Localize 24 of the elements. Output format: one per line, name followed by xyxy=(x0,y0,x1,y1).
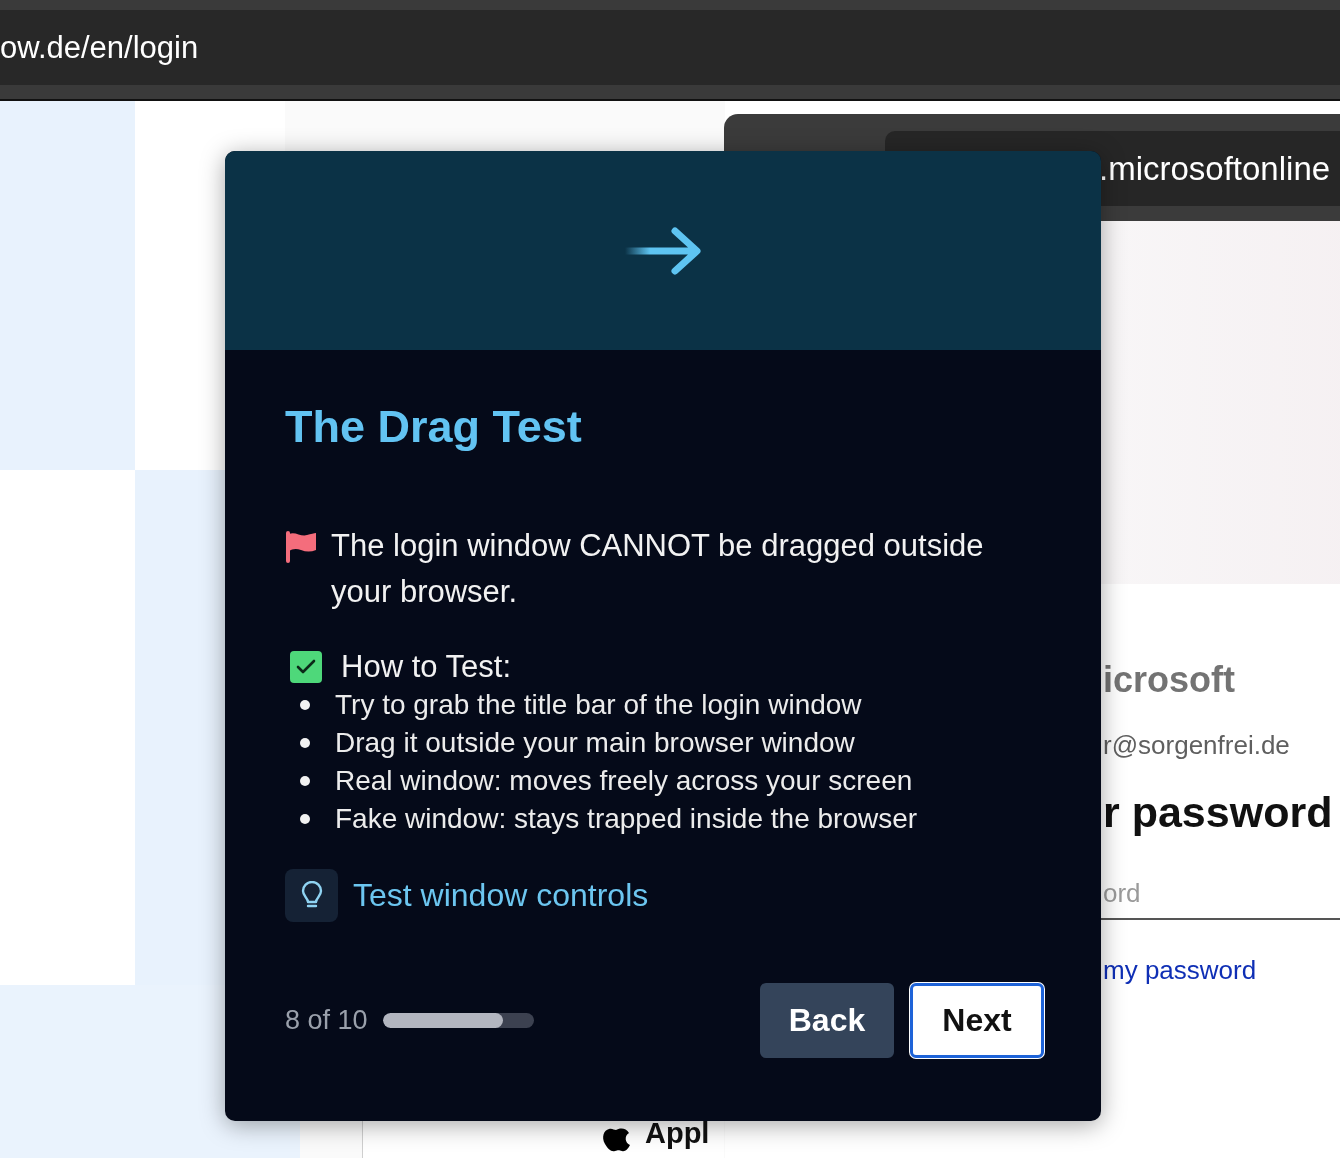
brand-name: icrosoft xyxy=(1103,658,1236,702)
address-bar[interactable]: ow.de/en/login xyxy=(0,10,1340,85)
bullet-icon xyxy=(300,776,310,786)
account-email: r@sorgenfrei.de xyxy=(1103,729,1291,761)
lightbulb-icon xyxy=(285,869,338,922)
password-heading: r password xyxy=(1103,787,1334,838)
step-counter: 8 of 10 xyxy=(285,1005,368,1036)
flag-icon xyxy=(285,531,318,563)
step-text: Fake window: stays trapped inside the browser xyxy=(335,802,918,836)
step-text: Try to grab the title bar of the login window xyxy=(335,688,862,722)
bullet-icon xyxy=(300,814,310,824)
step-text: Real window: moves freely across your screen xyxy=(335,764,913,798)
warning-text: The login window CANNOT be dragged outside your browser. xyxy=(331,527,985,611)
forgot-password-link[interactable]: my password xyxy=(1103,954,1340,986)
step-text: Drag it outside your main browser window xyxy=(335,726,855,760)
back-button[interactable]: Back xyxy=(760,983,894,1058)
bullet-icon xyxy=(300,700,310,710)
next-button[interactable]: Next xyxy=(910,983,1044,1058)
dialog-title: The Drag Test xyxy=(285,400,583,454)
test-controls-link[interactable]: Test window controls xyxy=(353,877,649,914)
arrow-right-icon xyxy=(623,224,703,277)
bullet-icon xyxy=(300,738,310,748)
section-heading: How to Test: xyxy=(341,648,511,686)
checkmark-icon xyxy=(296,659,316,675)
